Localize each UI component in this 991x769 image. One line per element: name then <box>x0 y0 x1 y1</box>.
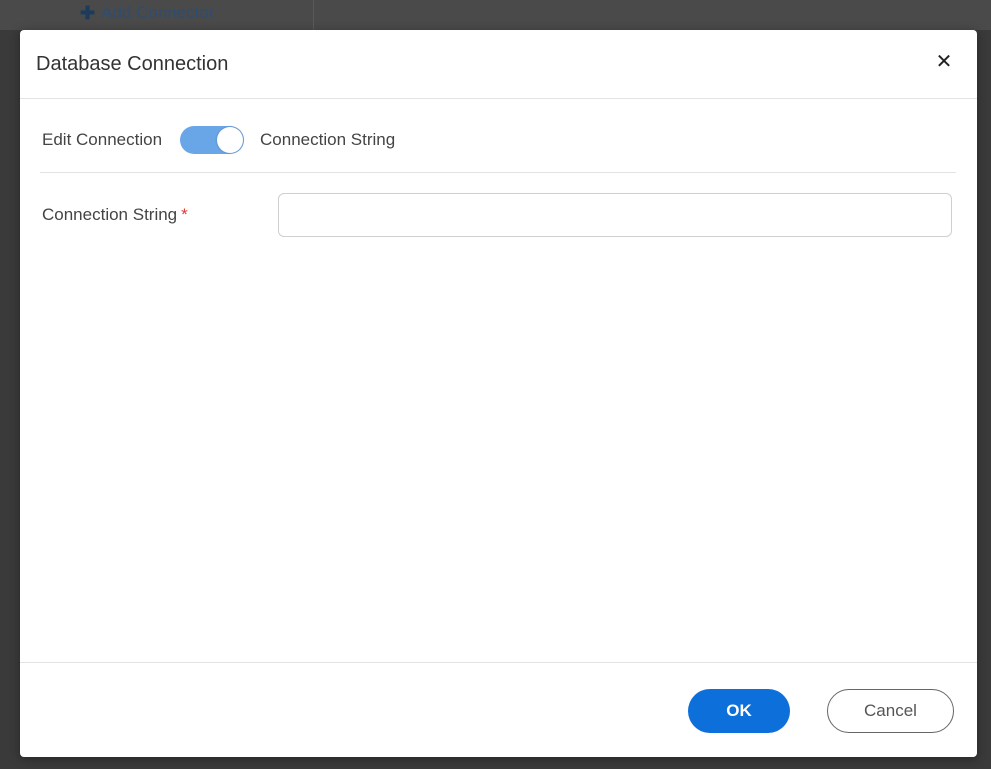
connection-mode-row: Edit Connection Connection String <box>42 126 395 154</box>
required-marker: * <box>181 205 188 224</box>
database-connection-dialog: Database Connection ✕ Edit Connection Co… <box>20 30 977 757</box>
dialog-footer: OK Cancel <box>20 662 977 758</box>
dialog-header: Database Connection ✕ <box>20 30 977 99</box>
edit-connection-label: Edit Connection <box>42 130 163 149</box>
connection-string-input[interactable] <box>278 193 952 237</box>
toggle-knob <box>217 127 244 153</box>
add-connector-label: Add Connector <box>101 3 215 22</box>
dialog-title: Database Connection <box>36 53 229 75</box>
toolbar-divider <box>313 0 314 30</box>
connection-string-mode-label: Connection String <box>260 130 396 149</box>
add-connector-button: ✚ Add Connector <box>80 3 215 23</box>
connection-string-label: Connection String * <box>42 205 278 225</box>
connection-string-row: Connection String * <box>42 191 954 239</box>
connection-string-label-text: Connection String <box>42 205 178 224</box>
section-divider <box>40 172 956 173</box>
cancel-button[interactable]: Cancel <box>827 689 954 733</box>
close-icon[interactable]: ✕ <box>931 48 957 74</box>
connection-mode-toggle[interactable] <box>180 126 245 154</box>
app-toolbar: ✚ Add Connector <box>0 0 991 30</box>
plus-icon: ✚ <box>80 3 96 23</box>
ok-button[interactable]: OK <box>688 689 790 733</box>
